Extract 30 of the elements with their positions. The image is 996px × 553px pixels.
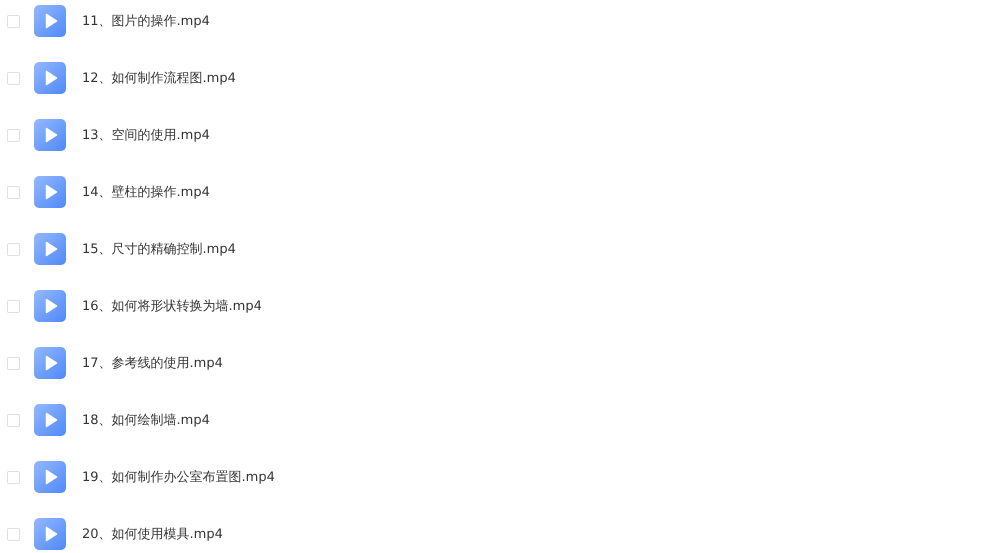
video-play-icon bbox=[34, 62, 66, 94]
video-play-icon bbox=[34, 233, 66, 265]
video-play-icon bbox=[34, 461, 66, 493]
checkbox[interactable] bbox=[7, 470, 20, 484]
video-play-icon bbox=[34, 518, 66, 550]
file-name[interactable]: 20、如何使用模具.mp4 bbox=[82, 525, 223, 543]
video-play-icon bbox=[34, 119, 66, 151]
file-name[interactable]: 15、尺寸的精确控制.mp4 bbox=[82, 240, 236, 258]
file-name[interactable]: 18、如何绘制墙.mp4 bbox=[82, 411, 210, 429]
file-name[interactable]: 19、如何制作办公室布置图.mp4 bbox=[82, 468, 275, 486]
checkbox[interactable] bbox=[7, 300, 20, 312]
checkbox[interactable] bbox=[7, 186, 20, 198]
video-play-icon bbox=[34, 347, 66, 379]
video-play-icon bbox=[34, 5, 66, 37]
checkbox[interactable] bbox=[7, 242, 20, 256]
file-name[interactable]: 13、空间的使用.mp4 bbox=[82, 126, 210, 144]
checkbox[interactable] bbox=[7, 128, 20, 142]
video-play-icon bbox=[34, 290, 66, 322]
checkbox[interactable] bbox=[7, 72, 20, 84]
checkbox[interactable] bbox=[7, 356, 20, 370]
file-name[interactable]: 17、参考线的使用.mp4 bbox=[82, 354, 223, 372]
file-name[interactable]: 16、如何将形状转换为墙.mp4 bbox=[82, 297, 262, 315]
checkbox[interactable] bbox=[7, 414, 20, 426]
video-play-icon bbox=[34, 404, 66, 436]
file-name[interactable]: 14、壁柱的操作.mp4 bbox=[82, 183, 210, 201]
file-name[interactable]: 12、如何制作流程图.mp4 bbox=[82, 69, 236, 87]
checkbox[interactable] bbox=[7, 528, 20, 540]
file-name[interactable]: 11、图片的操作.mp4 bbox=[82, 12, 210, 30]
video-play-icon bbox=[34, 176, 66, 208]
checkbox[interactable] bbox=[7, 14, 20, 28]
